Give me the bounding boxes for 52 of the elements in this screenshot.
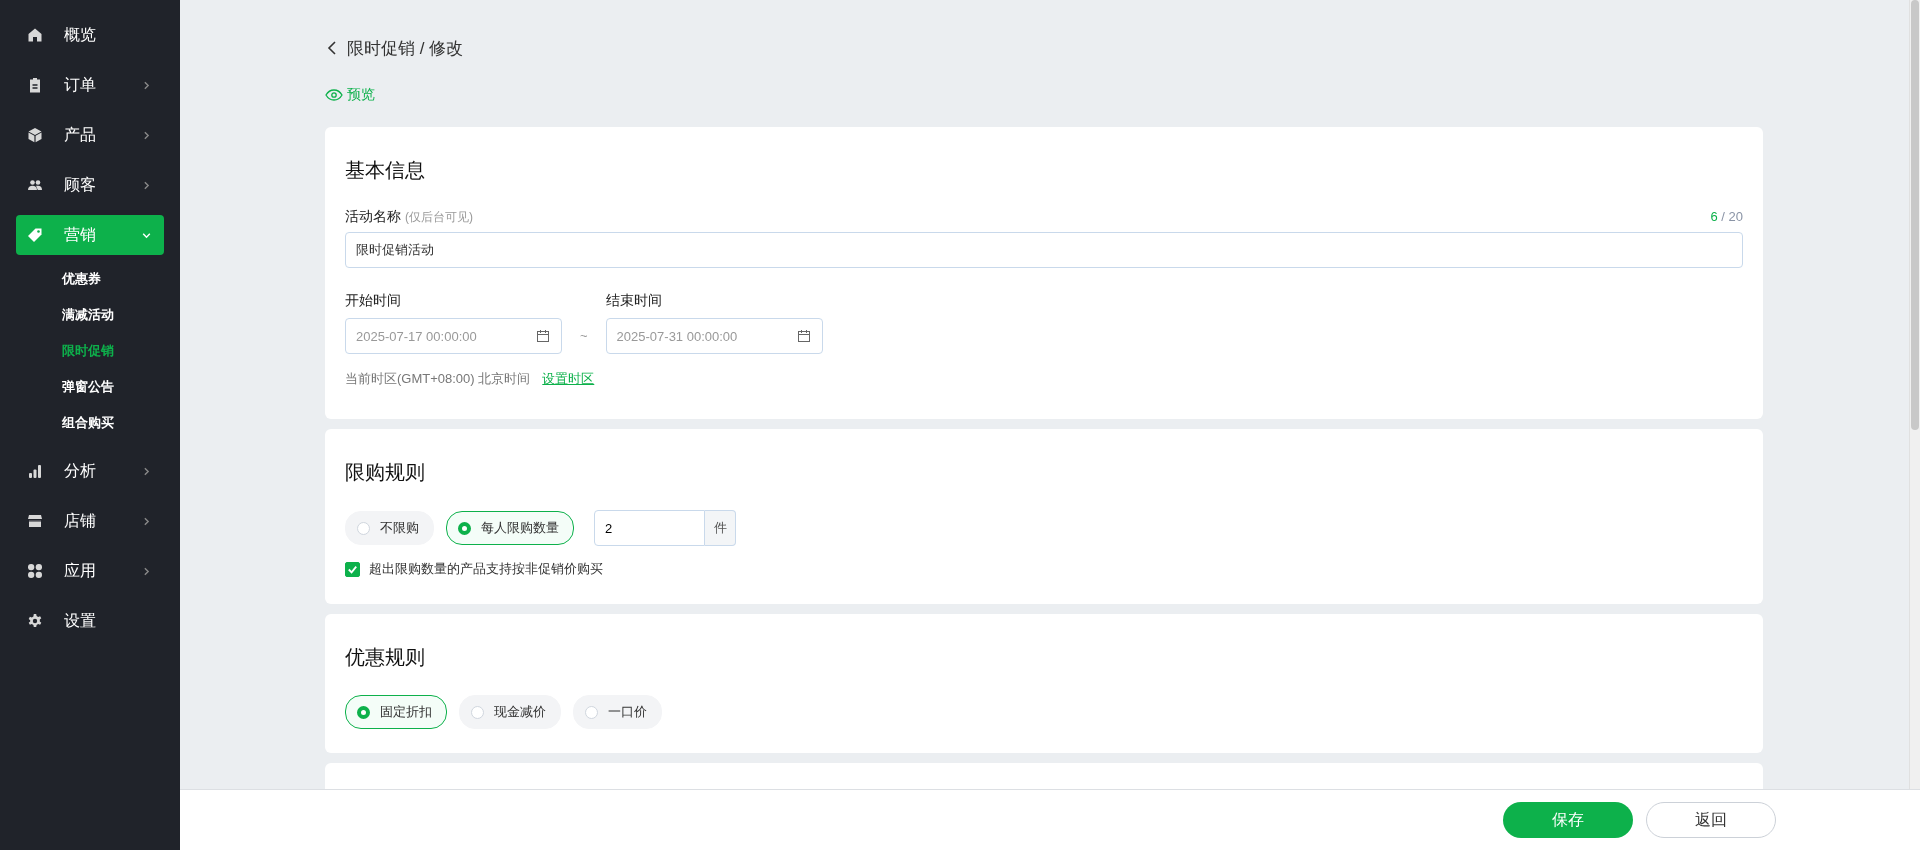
calendar-icon	[796, 329, 811, 343]
name-input-field[interactable]: 限时促销活动	[345, 232, 1743, 268]
field-hint: (仅后台可见)	[405, 209, 473, 226]
people-icon	[27, 177, 43, 193]
section-title: 优惠规则	[345, 645, 426, 670]
radio-option[interactable]: 现金减价	[459, 695, 561, 729]
quantity-input-field[interactable]: 2	[594, 510, 705, 546]
nav-item[interactable]: 设置	[16, 601, 164, 641]
submenu-item[interactable]: 弹窗公告	[0, 369, 180, 405]
nav-item[interactable]: 店铺	[16, 501, 164, 541]
timezone-text: 当前时区(GMT+08:00) 北京时间	[345, 370, 531, 388]
tag-icon	[27, 227, 43, 243]
apps-icon	[27, 563, 43, 579]
unit-label: 件	[705, 510, 736, 546]
submenu-item[interactable]: 组合购买	[0, 405, 180, 441]
nav-item[interactable]: 顾客	[16, 165, 164, 205]
home-icon	[27, 27, 43, 43]
eye-icon	[325, 89, 343, 101]
nav-item[interactable]: 概览	[16, 15, 164, 55]
bar-chart-icon	[27, 463, 43, 479]
section-title: 基本信息	[345, 158, 426, 183]
radio-option[interactable]: 每人限购数量	[446, 511, 574, 545]
section-title: 限购规则	[345, 460, 426, 485]
settings-icon	[27, 613, 43, 629]
nav-item[interactable]: 应用	[16, 551, 164, 591]
clipboard-icon	[27, 77, 43, 93]
back-chevron-icon[interactable]	[327, 40, 337, 56]
back-button[interactable]: 返回	[1646, 802, 1776, 838]
nav-item[interactable]: 产品	[16, 115, 164, 155]
start-date-field[interactable]: 2025-07-17 00:00:00	[345, 318, 562, 354]
store-icon	[27, 513, 43, 529]
radio-option[interactable]: 不限购	[345, 511, 434, 545]
end-date-field[interactable]: 2025-07-31 00:00:00	[605, 318, 823, 354]
field-label: 开始时间	[345, 292, 402, 310]
nav-item[interactable]: 分析	[16, 451, 164, 491]
box-icon	[27, 127, 43, 143]
range-separator: ~	[580, 327, 588, 345]
scrollbar-thumb[interactable]	[1911, 0, 1919, 430]
scrollbar[interactable]	[1909, 0, 1920, 789]
submenu-item[interactable]: 限时促销	[0, 333, 180, 369]
checkbox-label: 超出限购数量的产品支持按非促销价购买	[369, 560, 603, 578]
radio-option[interactable]: 固定折扣	[345, 695, 447, 729]
checkbox[interactable]	[345, 561, 360, 577]
field-label: 结束时间	[605, 292, 663, 310]
radio-option[interactable]: 一口价	[573, 695, 662, 729]
submenu-item[interactable]: 优惠券	[0, 261, 180, 297]
nav-item[interactable]: 订单	[16, 65, 164, 105]
page-title: 限时促销 / 修改	[347, 37, 464, 60]
calendar-icon	[536, 329, 550, 343]
character-count: 6 / 20	[1710, 209, 1743, 224]
field-label: 活动名称	[345, 208, 401, 226]
submenu-item[interactable]: 满减活动	[0, 297, 180, 333]
